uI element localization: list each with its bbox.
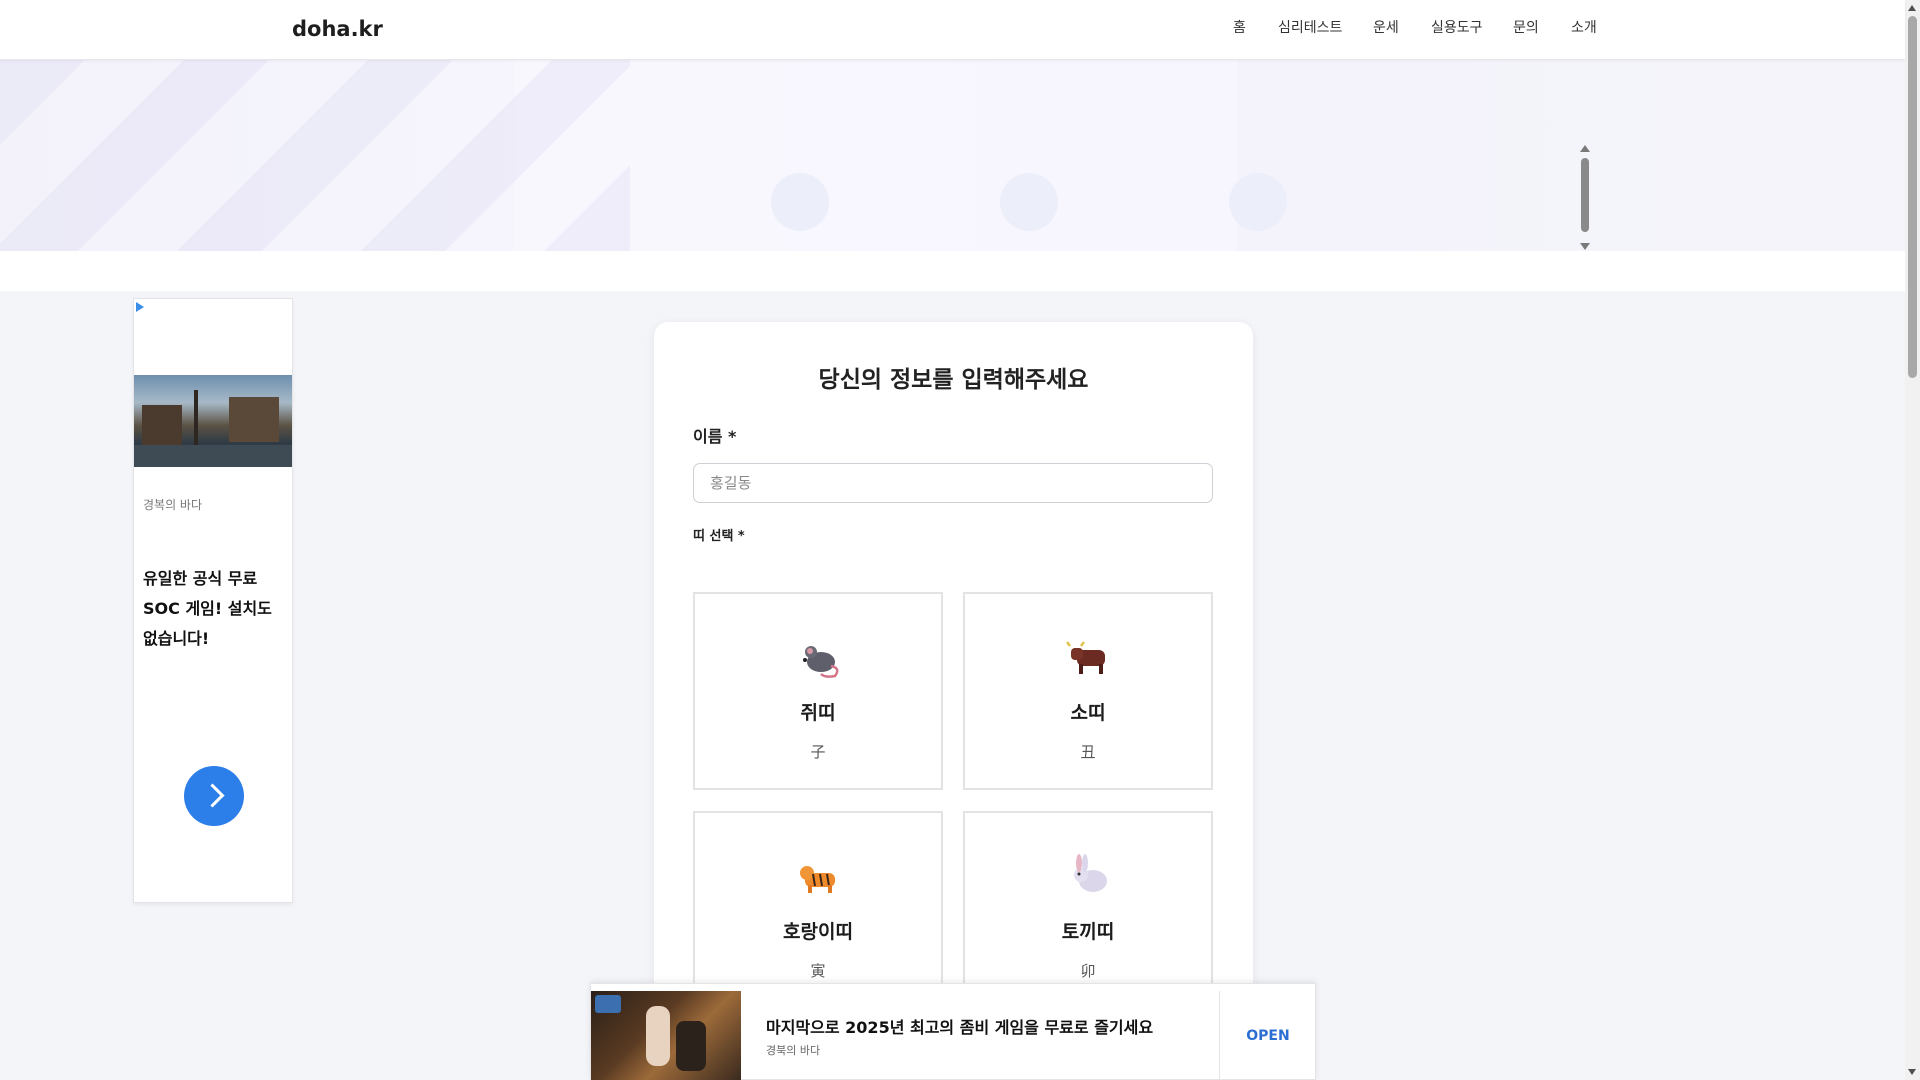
ad-headline[interactable]: 마지막으로 2025년 최고의 좀비 게임을 무료로 즐기세요 <box>766 1014 1153 1038</box>
scroll-thumb[interactable] <box>1581 158 1589 232</box>
banner-dot <box>771 173 829 231</box>
hero-banner <box>0 60 1905 251</box>
zodiac-hanja: 子 <box>810 743 826 761</box>
chevron-right-icon[interactable] <box>184 766 244 826</box>
ad-source: 경북의 바다 <box>766 1044 821 1057</box>
scroll-down-icon[interactable] <box>1908 1069 1916 1075</box>
side-ad[interactable]: 경복의 바다 유일한 공식 무료 SOC 게임! 설치도 없습니다! <box>133 298 293 903</box>
zodiac-name: 소띠 <box>1070 702 1106 724</box>
zodiac-option-tiger[interactable]: 호랑이띠 寅 <box>693 811 943 1009</box>
form-title: 당신의 정보를 입력해주세요 <box>818 367 1089 393</box>
zodiac-hanja: 卯 <box>1080 962 1096 980</box>
zodiac-option-ox[interactable]: 소띠 丑 <box>963 592 1213 790</box>
ad-open-button[interactable]: OPEN <box>1219 1028 1317 1044</box>
rabbit-icon <box>1074 854 1107 892</box>
ox-icon <box>1066 641 1105 674</box>
name-label: 이름 * <box>693 427 737 446</box>
main-nav: 홈 심리테스트 운세 실용도구 문의 소개 <box>0 17 1905 41</box>
divider-strip <box>0 251 1905 291</box>
nav-item-home[interactable]: 홈 <box>1233 17 1246 37</box>
scroll-up-icon[interactable] <box>1580 145 1590 152</box>
zodiac-name: 호랑이띠 <box>783 921 853 943</box>
page-scrollbar[interactable] <box>1905 0 1920 1080</box>
nav-item-tools[interactable]: 실용도구 <box>1431 17 1483 37</box>
zodiac-hanja: 丑 <box>1080 743 1096 761</box>
info-form-card: 당신의 정보를 입력해주세요 이름 * 띠 선택 * 쥐띠 子 소띠 丑 <box>654 322 1253 1080</box>
name-input[interactable] <box>693 463 1213 503</box>
scroll-down-icon[interactable] <box>1580 243 1590 250</box>
zodiac-name: 쥐띠 <box>800 702 836 724</box>
banner-pattern <box>0 60 630 251</box>
ad-choices-icon[interactable] <box>136 302 144 312</box>
zodiac-label: 띠 선택 * <box>693 529 745 544</box>
scroll-up-icon[interactable] <box>1908 5 1916 11</box>
nav-item-fortune[interactable]: 운세 <box>1373 17 1399 37</box>
zodiac-option-rabbit[interactable]: 토끼띠 卯 <box>963 811 1213 1009</box>
nav-item-about[interactable]: 소개 <box>1571 17 1597 37</box>
ad-image[interactable] <box>134 375 292 467</box>
scroll-thumb[interactable] <box>1908 16 1917 378</box>
bottom-sticky-ad[interactable]: 마지막으로 2025년 최고의 좀비 게임을 무료로 즐기세요 경북의 바다 O… <box>590 983 1316 1080</box>
zodiac-option-rat[interactable]: 쥐띠 子 <box>693 592 943 790</box>
zodiac-name: 토끼띠 <box>1061 921 1115 943</box>
ad-headline[interactable]: 유일한 공식 무료 SOC 게임! 설치도 없습니다! <box>143 564 288 654</box>
ad-image[interactable] <box>591 991 741 1080</box>
tiger-icon <box>800 866 835 893</box>
banner-dot <box>1000 173 1058 231</box>
zodiac-hanja: 寅 <box>810 962 826 980</box>
ad-source: 경복의 바다 <box>143 498 203 512</box>
site-header: doha.kr 홈 심리테스트 운세 실용도구 문의 소개 <box>0 0 1905 60</box>
banner-scroll-control[interactable] <box>1580 145 1590 250</box>
rat-icon <box>803 646 839 678</box>
nav-item-psych-test[interactable]: 심리테스트 <box>1278 17 1342 37</box>
nav-item-contact[interactable]: 문의 <box>1513 17 1539 37</box>
banner-dot <box>1229 173 1287 231</box>
